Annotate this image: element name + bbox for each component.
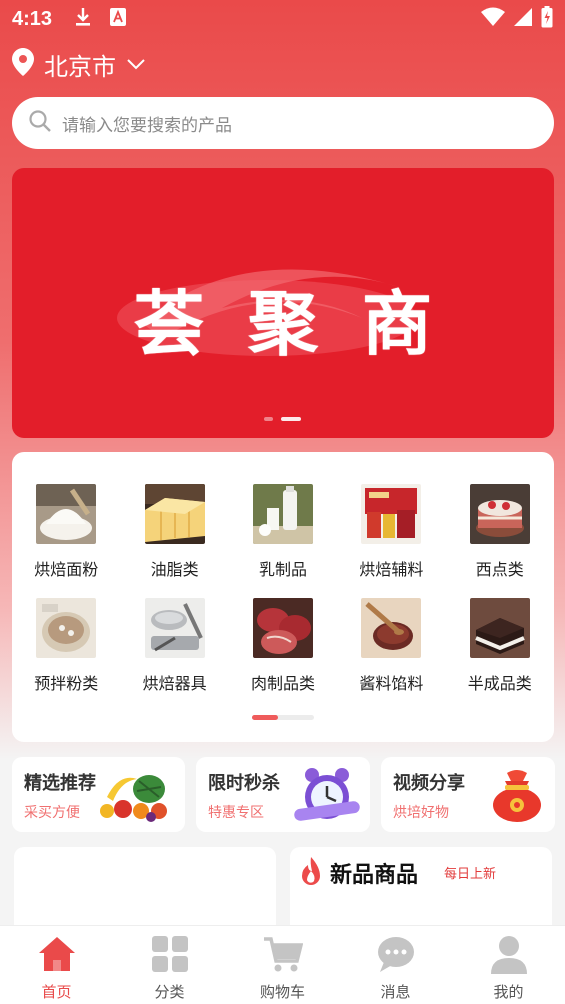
user-icon (489, 934, 529, 978)
category-label: 西点类 (475, 560, 524, 579)
location-pin-icon (12, 48, 34, 80)
banner-title: 荟聚商 (134, 282, 476, 365)
category-label: 半成品类 (467, 674, 532, 693)
fire-icon (298, 857, 324, 891)
tab-label: 首页 (41, 983, 72, 1001)
meat-image (252, 598, 313, 658)
wifi-icon (481, 7, 505, 31)
banner-pagination (264, 417, 301, 421)
sauce-image (361, 598, 422, 658)
tab-messages[interactable]: 消息 (339, 926, 452, 1004)
category-item-meat[interactable]: 肉制品类 (229, 598, 337, 712)
lucky-bag-icon (487, 767, 547, 827)
promo-subtitle: 烘培好物 (393, 805, 449, 821)
tab-home[interactable]: 首页 (0, 926, 113, 1004)
tab-label: 分类 (154, 983, 185, 1001)
premix-image (36, 598, 97, 658)
category-label: 肉制品类 (250, 674, 315, 693)
battery-icon (541, 6, 553, 32)
butter-image (144, 484, 205, 544)
status-bar: 4:13 (0, 0, 565, 38)
category-item-baking-tools[interactable]: 烘焙器具 (120, 598, 228, 712)
pastry-cake-image (469, 484, 530, 544)
category-label: 预拌粉类 (34, 674, 99, 693)
promo-subtitle: 特惠专区 (208, 805, 264, 821)
download-icon (74, 7, 92, 31)
category-scroll-thumb (252, 715, 278, 720)
category-item-baking-aux[interactable]: 烘焙辅料 (337, 484, 445, 598)
location-selector[interactable]: 北京市 (12, 46, 146, 82)
location-city: 北京市 (44, 52, 116, 81)
home-icon (37, 934, 77, 978)
search-bar[interactable]: 请输入您要搜索的产品 (12, 97, 554, 149)
baking-aux-image (361, 484, 422, 544)
tab-category[interactable]: 分类 (113, 926, 226, 1004)
category-label: 酱料馅料 (359, 674, 424, 693)
banner-dot (264, 417, 273, 421)
promo-title: 限时秒杀 (208, 773, 280, 794)
category-item-semi-finished[interactable]: 半成品类 (446, 598, 554, 712)
tab-label: 我的 (493, 983, 524, 1001)
category-scroll-indicator (252, 715, 314, 720)
promo-card-flash-sale[interactable]: 限时秒杀 特惠专区 (196, 757, 370, 832)
category-card: 烘焙面粉 油脂类 乳制品 烘焙辅料 西点类 预拌粉类 烘焙器具 肉制品类 酱料馅… (12, 452, 554, 742)
banner-carousel[interactable]: 荟聚商 (12, 168, 554, 438)
tab-cart[interactable]: 购物车 (226, 926, 339, 1004)
tab-profile[interactable]: 我的 (452, 926, 565, 1004)
category-item-sauces[interactable]: 酱料馅料 (337, 598, 445, 712)
cart-icon (263, 934, 303, 978)
tab-label: 购物车 (259, 983, 305, 1001)
new-products-subtitle: 每日上新 (444, 867, 497, 882)
banner-dot-active (281, 417, 301, 421)
category-label: 油脂类 (150, 560, 199, 579)
signal-icon (513, 7, 533, 31)
new-products-title: 新品商品 (330, 863, 419, 888)
promo-card-video-share[interactable]: 视频分享 烘培好物 (381, 757, 555, 832)
category-item-dairy[interactable]: 乳制品 (229, 484, 337, 598)
semi-finished-image (469, 598, 530, 658)
promo-title: 精选推荐 (24, 773, 96, 794)
search-icon (28, 109, 52, 137)
chevron-down-icon (126, 55, 146, 74)
chat-bubble-icon (376, 934, 416, 978)
search-placeholder: 请输入您要搜索的产品 (62, 115, 232, 136)
font-app-icon (110, 8, 127, 30)
category-item-oils[interactable]: 油脂类 (120, 484, 228, 598)
bottom-tab-bar: 首页 分类 购物车 消息 我的 (0, 925, 565, 1004)
tab-label: 消息 (380, 983, 411, 1001)
category-label: 烘焙面粉 (34, 560, 99, 579)
category-label: 乳制品 (258, 560, 307, 579)
alarm-clock-icon (292, 767, 362, 829)
category-item-baking-flour[interactable]: 烘焙面粉 (12, 484, 120, 598)
promo-title: 视频分享 (393, 773, 465, 794)
promo-subtitle: 采买方便 (24, 805, 80, 821)
status-time: 4:13 (12, 7, 53, 30)
fruit-basket-icon (93, 767, 177, 827)
dairy-image (252, 484, 313, 544)
category-label: 烘焙辅料 (359, 560, 424, 579)
category-item-premix[interactable]: 预拌粉类 (12, 598, 120, 712)
category-item-pastry[interactable]: 西点类 (446, 484, 554, 598)
baking-tools-image (144, 598, 205, 658)
category-label: 烘焙器具 (142, 674, 207, 693)
grid-icon (150, 934, 190, 978)
promo-card-featured[interactable]: 精选推荐 采买方便 (12, 757, 185, 832)
baking-flour-image (36, 484, 97, 544)
